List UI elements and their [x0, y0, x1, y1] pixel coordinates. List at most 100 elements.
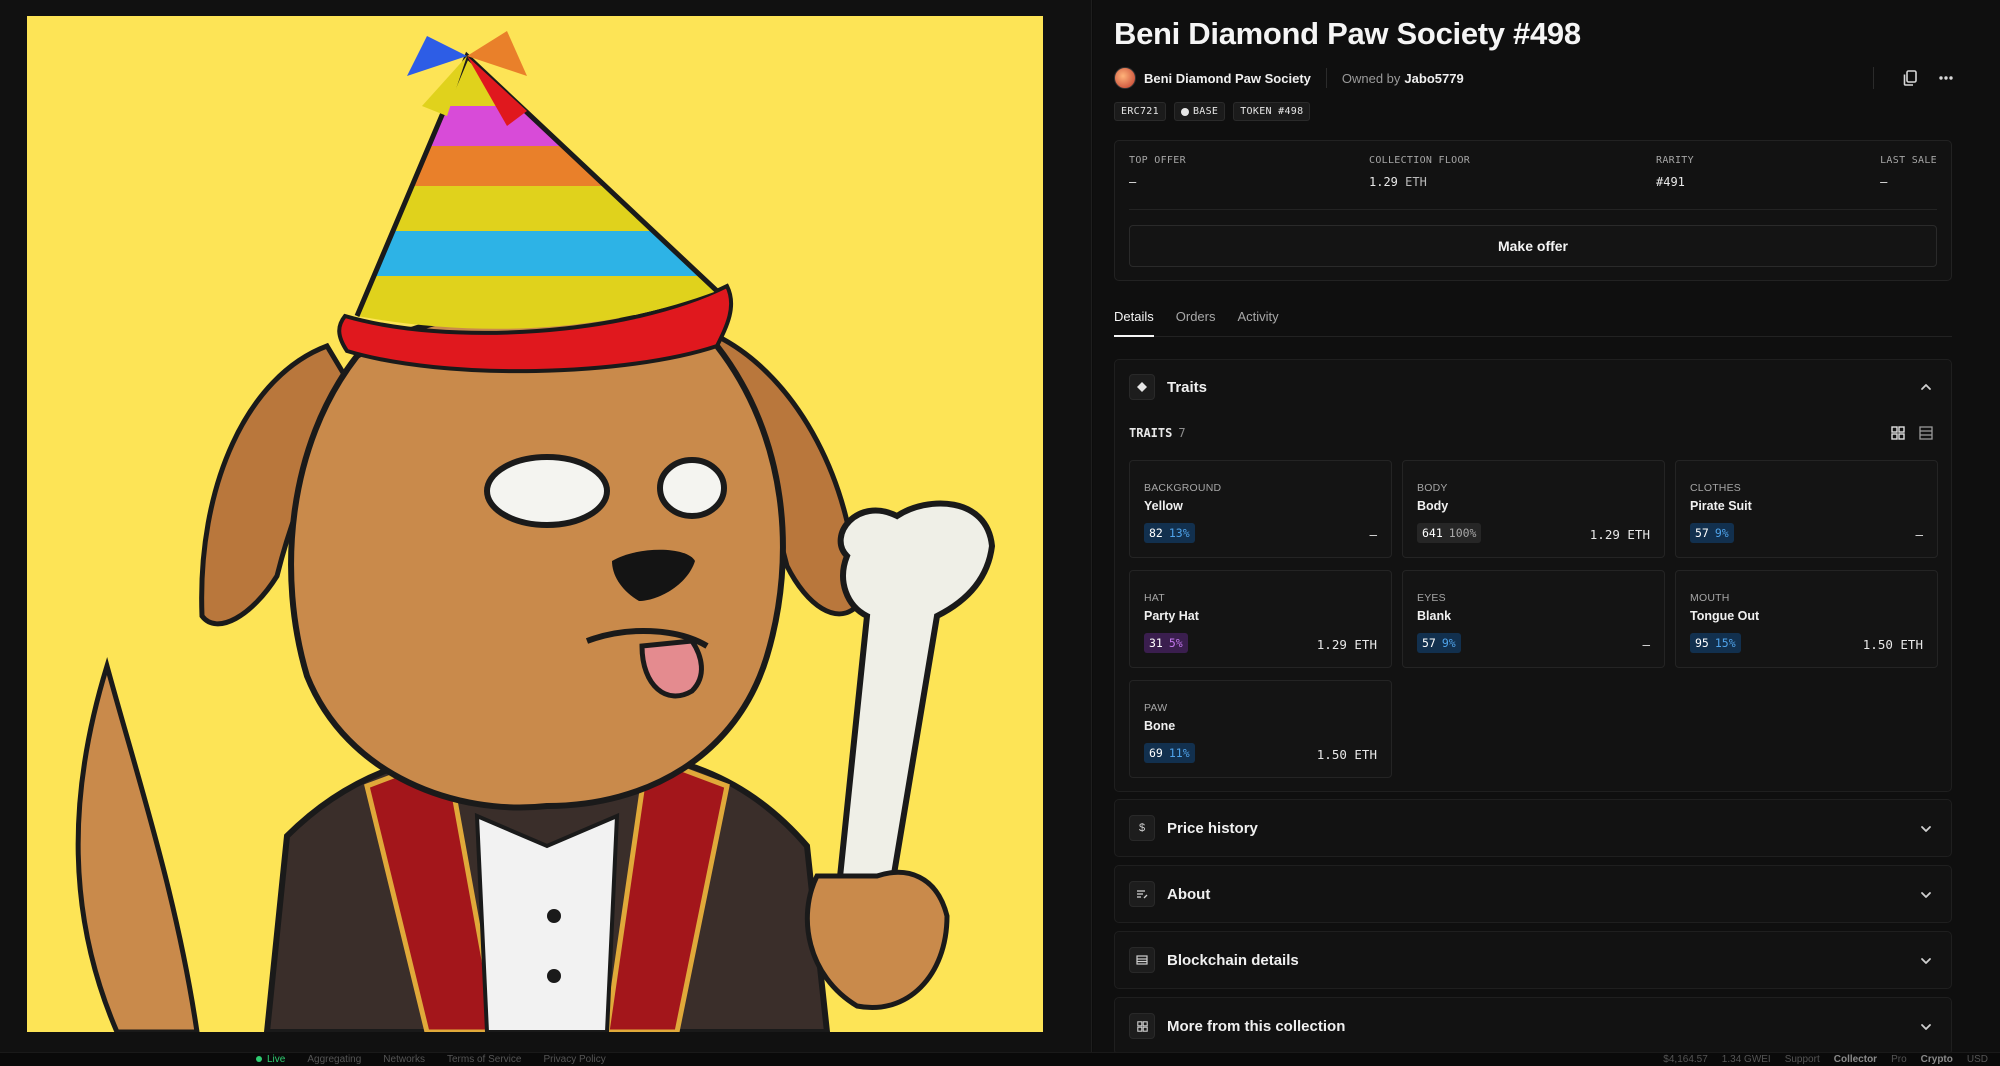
traits-count: TRAITS 7 — [1129, 426, 1186, 440]
owned-by-label: Owned by — [1341, 70, 1401, 86]
chevron-down-icon[interactable] — [1917, 820, 1935, 838]
privacy-link[interactable]: Privacy Policy — [543, 1054, 605, 1065]
currency-usd[interactable]: USD — [1967, 1054, 1988, 1065]
trait-card-mouth[interactable]: MOUTH Tongue Out 95 15% 1.50 ETH — [1675, 570, 1938, 668]
panel-header: More from this collection — [1129, 1013, 1345, 1039]
trait-rarity-chip: 57 9% — [1417, 633, 1461, 653]
stat-collection-floor: COLLECTION FLOOR 1.29 ETH — [1369, 155, 1470, 189]
footer-left: Live Aggregating Networks Terms of Servi… — [256, 1054, 606, 1065]
trait-type: EYES — [1417, 592, 1446, 604]
stat-label: LAST SALE — [1880, 155, 1937, 166]
nft-image[interactable] — [27, 16, 1043, 1032]
live-dot-icon — [256, 1056, 262, 1062]
standard-badge: ERC721 — [1114, 102, 1166, 121]
stat-rarity: RARITY #491 — [1656, 155, 1694, 189]
trait-type: BACKGROUND — [1144, 482, 1222, 494]
trait-percent: 11% — [1168, 746, 1190, 760]
trait-count: 57 — [1695, 526, 1709, 540]
trait-rarity-chip: 95 15% — [1690, 633, 1741, 653]
chevron-up-icon[interactable] — [1917, 378, 1935, 396]
trait-card-eyes[interactable]: EYES Blank 57 9% – — [1402, 570, 1665, 668]
traits-count-label: TRAITS — [1129, 426, 1173, 440]
panel-title: More from this collection — [1167, 1017, 1346, 1035]
collection-link[interactable]: Beni Diamond Paw Society — [1144, 71, 1311, 86]
trait-floor-price: – — [1915, 527, 1923, 542]
live-status-label: Live — [267, 1054, 286, 1065]
panel-header: About — [1129, 881, 1210, 907]
panel-title: Blockchain details — [1167, 951, 1299, 969]
price-history-panel[interactable]: $ Price history — [1114, 799, 1952, 857]
diamond-icon — [1129, 374, 1155, 400]
panel-title: Price history — [1167, 819, 1258, 837]
trait-value: Tongue Out — [1690, 609, 1760, 623]
trait-card-body[interactable]: BODY Body 641 100% 1.29 ETH — [1402, 460, 1665, 558]
mode-pro[interactable]: Pro — [1891, 1054, 1907, 1065]
chain-badge[interactable]: BASE — [1173, 102, 1226, 121]
trait-count: 31 — [1149, 636, 1163, 650]
stat-top-offer: TOP OFFER – — [1129, 155, 1186, 189]
terms-link[interactable]: Terms of Service — [447, 1054, 521, 1065]
stat-label: RARITY — [1656, 155, 1694, 166]
collection-avatar[interactable] — [1114, 67, 1136, 89]
grid-view-icon[interactable] — [1887, 422, 1909, 444]
support-link[interactable]: Support — [1785, 1054, 1820, 1065]
trait-rarity-chip: 31 5% — [1144, 633, 1188, 653]
floor-unit: ETH — [1405, 175, 1427, 189]
trait-rarity-chip: 641 100% — [1417, 523, 1482, 543]
trait-card-background[interactable]: BACKGROUND Yellow 82 13% – — [1129, 460, 1392, 558]
stats-divider — [1129, 209, 1937, 210]
trait-card-clothes[interactable]: CLOTHES Pirate Suit 57 9% – — [1675, 460, 1938, 558]
tab-details[interactable]: Details — [1114, 306, 1154, 337]
trait-value: Pirate Suit — [1690, 499, 1752, 513]
actions-divider — [1873, 67, 1874, 89]
trait-floor-price: 1.29 ETH — [1316, 637, 1377, 652]
traits-header[interactable]: Traits — [1129, 374, 1207, 400]
tab-orders[interactable]: Orders — [1176, 306, 1216, 337]
tab-activity[interactable]: Activity — [1237, 306, 1278, 337]
notes-icon — [1129, 881, 1155, 907]
trait-percent: 9% — [1714, 526, 1729, 540]
meta-divider — [1325, 68, 1327, 88]
footer-right: $4,164.57 1.34 GWEI Support Collector Pr… — [1663, 1054, 1988, 1065]
trait-card-paw[interactable]: PAW Bone 69 11% 1.50 ETH — [1129, 680, 1392, 778]
token-id-badge: TOKEN #498 — [1233, 102, 1311, 121]
blockchain-details-panel[interactable]: Blockchain details — [1114, 931, 1952, 989]
list-view-icon[interactable] — [1915, 422, 1937, 444]
trait-value: Bone — [1144, 719, 1176, 733]
copy-icon[interactable] — [1896, 66, 1924, 90]
trait-type: PAW — [1144, 702, 1168, 714]
more-options-icon[interactable] — [1932, 66, 1960, 90]
about-panel[interactable]: About — [1114, 865, 1952, 923]
chevron-down-icon[interactable] — [1917, 1018, 1935, 1036]
aggregating-status: Aggregating — [307, 1054, 362, 1065]
trait-count: 82 — [1149, 526, 1163, 540]
chevron-down-icon[interactable] — [1917, 886, 1935, 904]
stat-value: – — [1880, 175, 1888, 189]
owner-link[interactable]: Jabo5779 — [1404, 71, 1463, 86]
trait-card-hat[interactable]: HAT Party Hat 31 5% 1.29 ETH — [1129, 570, 1392, 668]
floor-value: 1.29 — [1369, 175, 1398, 189]
panel-title: About — [1167, 885, 1211, 903]
trait-floor-price: 1.50 ETH — [1316, 747, 1377, 762]
view-toggle — [1887, 422, 1937, 444]
traits-panel: Traits TRAITS 7 BACKGROUND Yellow 82 13% –… — [1114, 359, 1952, 792]
trait-rarity-chip: 82 13% — [1144, 523, 1195, 543]
trait-value: Yellow — [1144, 499, 1183, 513]
mode-collector[interactable]: Collector — [1834, 1054, 1877, 1065]
trait-count: 69 — [1149, 746, 1163, 760]
networks-link[interactable]: Networks — [383, 1054, 425, 1065]
trait-percent: 5% — [1168, 636, 1183, 650]
more-from-collection-panel[interactable]: More from this collection — [1114, 997, 1952, 1052]
page-title: Beni Diamond Paw Society #498 — [1114, 16, 1581, 51]
detail-tabs: Details Orders Activity — [1114, 306, 1952, 337]
trait-value: Blank — [1417, 609, 1452, 623]
make-offer-button[interactable]: Make offer — [1129, 225, 1937, 267]
traits-title: Traits — [1167, 378, 1208, 396]
stat-label: TOP OFFER — [1129, 155, 1186, 166]
currency-crypto[interactable]: Crypto — [1921, 1054, 1953, 1065]
trait-floor-price: – — [1642, 637, 1650, 652]
grid-icon — [1129, 1013, 1155, 1039]
chevron-down-icon[interactable] — [1917, 952, 1935, 970]
stat-last-sale: LAST SALE – — [1880, 155, 1937, 189]
panel-header: $ Price history — [1129, 815, 1258, 841]
